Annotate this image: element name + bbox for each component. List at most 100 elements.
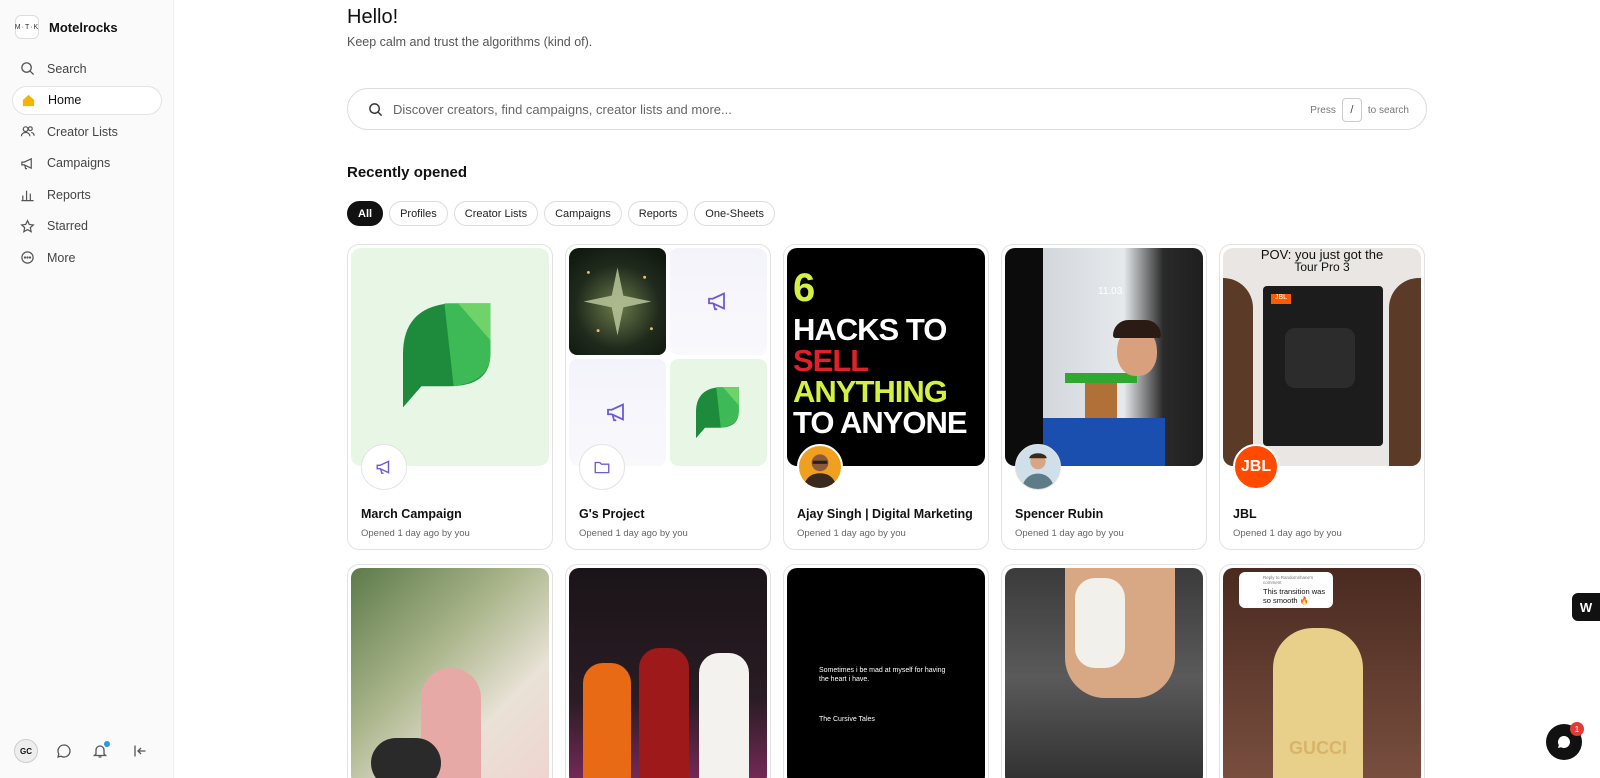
- sidebar-item-label: Search: [47, 61, 87, 76]
- sidebar-item-campaigns[interactable]: Campaigns: [12, 149, 162, 178]
- campaign-badge: [361, 444, 407, 490]
- thumb-food: [1075, 578, 1125, 668]
- star-icon: [20, 218, 35, 233]
- workspace-name: Motelrocks: [49, 19, 118, 35]
- thumb-text: Sometimes i be mad at myself for having …: [819, 667, 946, 683]
- project-badge: [579, 444, 625, 490]
- thumb-comment-bubble: Reply to Randomshane's comment This tran…: [1239, 572, 1333, 608]
- thumb-text: TO ANYONE: [793, 405, 968, 440]
- filter-chip-creator-lists[interactable]: Creator Lists: [453, 201, 539, 226]
- filter-chip-all[interactable]: All: [347, 201, 384, 226]
- collapse-sidebar-button[interactable]: [132, 743, 148, 759]
- sidebar-item-label: Starred: [47, 219, 88, 233]
- thumb-tile-campaign: [670, 248, 767, 355]
- sidebar-item-home[interactable]: Home: [12, 85, 162, 115]
- search-input[interactable]: [393, 101, 1253, 117]
- sprout-logo: [696, 387, 739, 439]
- card-meta: Opened 1 day ago by you: [797, 528, 906, 539]
- search-shortcut-hint: Press / to search: [1310, 98, 1409, 122]
- recent-card-profile[interactable]: Sometimes i be mad at myself for having …: [783, 564, 989, 778]
- chat-bubble-icon: [57, 744, 71, 758]
- thumb-text: 6: [793, 266, 816, 310]
- card-title: G's Project: [579, 507, 645, 521]
- recent-card-campaign[interactable]: March Campaign Opened 1 day ago by you: [347, 244, 553, 550]
- card-title: Spencer Rubin: [1015, 507, 1104, 521]
- section-title-recent: Recently opened: [347, 164, 468, 181]
- megaphone-icon: [708, 292, 725, 311]
- star-ornament-image: [583, 267, 653, 336]
- recent-card-profile[interactable]: POV: you just got the Tour Pro 3 JBL JBL…: [1219, 244, 1425, 550]
- folder-icon: [594, 461, 610, 474]
- page-title: Hello!: [347, 6, 399, 28]
- card-thumbnail: Sometimes i be mad at myself for having …: [787, 568, 985, 778]
- thumb-platform: [1065, 373, 1137, 383]
- sidebar-item-creator-lists[interactable]: Creator Lists: [12, 117, 162, 146]
- thumb-earbud-case: [1285, 328, 1355, 388]
- thumb-comment-header: Reply to Randomshane's comment: [1263, 575, 1314, 585]
- thumb-hair: [1113, 320, 1161, 338]
- card-thumbnail: [569, 248, 767, 466]
- chat-icon: [1557, 736, 1570, 748]
- thumb-singer: [583, 663, 631, 778]
- workspace-switcher[interactable]: M·T·K Motelrocks: [15, 15, 118, 39]
- filter-chip-campaigns[interactable]: Campaigns: [544, 201, 622, 226]
- sidebar-item-label: Home: [48, 93, 82, 107]
- card-thumbnail: [351, 248, 549, 466]
- global-search-bar[interactable]: Press / to search: [347, 88, 1427, 130]
- messages-button[interactable]: [56, 743, 72, 759]
- megaphone-icon: [376, 460, 390, 474]
- sidebar-item-label: Reports: [47, 187, 91, 202]
- chat-unread-count: 1: [1570, 722, 1584, 736]
- card-meta: Opened 1 day ago by you: [579, 528, 688, 539]
- recent-card-profile[interactable]: [347, 564, 553, 778]
- user-avatar[interactable]: GC: [14, 739, 38, 763]
- sidebar-item-reports[interactable]: Reports: [12, 180, 162, 209]
- megaphone-icon: [607, 403, 624, 422]
- filter-chip-one-sheets[interactable]: One-Sheets: [694, 201, 775, 226]
- card-title: Ajay Singh | Digital Marketing: [797, 507, 973, 521]
- sidebar-item-label: More: [47, 250, 76, 265]
- thumb-tile-sprout: [670, 359, 767, 466]
- sidebar-item-label: Campaigns: [47, 156, 111, 170]
- recent-card-profile[interactable]: [1001, 564, 1207, 778]
- notification-dot: [104, 741, 110, 747]
- card-thumbnail: [569, 568, 767, 778]
- filter-chip-reports[interactable]: Reports: [627, 201, 689, 226]
- thumb-text: ANYTHING: [793, 374, 948, 409]
- search-icon: [21, 62, 35, 76]
- sidebar-item-more[interactable]: More: [12, 243, 162, 272]
- filter-chip-profiles[interactable]: Profiles: [389, 201, 448, 226]
- thumb-water: [1043, 418, 1165, 466]
- recent-card-profile[interactable]: [565, 564, 771, 778]
- card-meta: Opened 1 day ago by you: [1233, 528, 1342, 539]
- card-thumbnail: 11.03: [1005, 248, 1203, 466]
- search-shortcut-key: /: [1341, 98, 1362, 122]
- collapse-left-icon: [134, 745, 146, 757]
- thumb-text: The Cursive Tales: [819, 716, 875, 723]
- thumb-box-logo: JBL: [1271, 294, 1291, 304]
- notifications-button[interactable]: [92, 741, 110, 759]
- thumb-text: GUCCI: [1289, 738, 1347, 758]
- sidebar-item-search[interactable]: Search: [12, 54, 162, 83]
- sidebar-item-starred[interactable]: Starred: [12, 212, 162, 241]
- card-meta: Opened 1 day ago by you: [361, 528, 470, 539]
- megaphone-icon: [21, 157, 32, 169]
- recent-card-profile[interactable]: 11.03 Spencer Rubin Opened 1 day ago by …: [1001, 244, 1207, 550]
- thumb-hand-right: [1389, 278, 1421, 466]
- page-subtitle: Keep calm and trust the algorithms (kind…: [347, 35, 593, 49]
- thumb-dog: [371, 738, 441, 778]
- card-title: JBL: [1233, 507, 1257, 521]
- thumb-text: 11.03: [1098, 286, 1123, 297]
- recent-card-profile[interactable]: 6 HACKS TO SELL ANYTHING TO ANYONE Ajay …: [783, 244, 989, 550]
- search-hint-prefix: Press: [1310, 104, 1336, 116]
- side-widget-tab[interactable]: W: [1572, 593, 1600, 621]
- sidebar-item-label: Creator Lists: [47, 124, 118, 139]
- thumb-singer: [699, 653, 749, 778]
- person-avatar-image: [1021, 453, 1055, 489]
- card-title: March Campaign: [361, 507, 462, 521]
- recent-card-profile[interactable]: Reply to Randomshane's comment This tran…: [1219, 564, 1425, 778]
- search-icon: [369, 102, 383, 116]
- sprout-logo: [403, 303, 491, 408]
- card-meta: Opened 1 day ago by you: [1015, 528, 1124, 539]
- recent-card-project[interactable]: G's Project Opened 1 day ago by you: [565, 244, 771, 550]
